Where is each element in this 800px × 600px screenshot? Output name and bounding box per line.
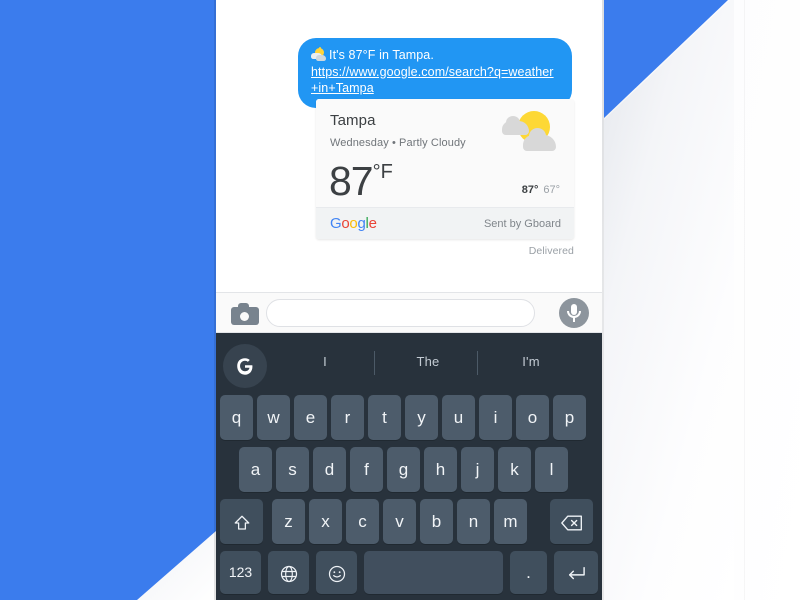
weather-card-body: Tampa Wednesday • Partly Cloudy 87°F 87°… xyxy=(316,99,574,207)
key-f[interactable]: f xyxy=(350,447,383,492)
keyboard-rows: q w e r t y u i o p a s d f g h j k l z … xyxy=(216,391,602,600)
key-i[interactable]: i xyxy=(479,395,512,440)
key-u[interactable]: u xyxy=(442,395,475,440)
period-key[interactable]: . xyxy=(510,551,547,594)
suggestion-item[interactable]: The xyxy=(381,333,475,391)
logo-letter-5: e xyxy=(368,215,377,232)
enter-arrow-icon xyxy=(565,563,587,582)
smiley-icon xyxy=(327,563,347,582)
conversation-area: It's 87°F in Tampa. https://www.google.c… xyxy=(216,0,602,292)
key-p[interactable]: p xyxy=(553,395,586,440)
shift-key[interactable] xyxy=(220,499,263,544)
background-left-blue-sheet xyxy=(0,0,216,600)
suggestion-item[interactable]: I xyxy=(278,333,372,391)
key-a[interactable]: a xyxy=(239,447,272,492)
key-q[interactable]: q xyxy=(220,395,253,440)
sheet-edge-right xyxy=(602,0,604,600)
key-c[interactable]: c xyxy=(346,499,379,544)
key-d[interactable]: d xyxy=(313,447,346,492)
key-h[interactable]: h xyxy=(424,447,457,492)
google-g-button[interactable] xyxy=(223,344,267,388)
backspace-key[interactable] xyxy=(550,499,593,544)
weather-low: 67° xyxy=(543,184,560,196)
phone-screen: It's 87°F in Tampa. https://www.google.c… xyxy=(216,0,602,600)
emoji-key[interactable] xyxy=(316,551,357,594)
logo-letter-0: G xyxy=(330,215,342,232)
backspace-icon xyxy=(560,512,583,531)
weather-high: 87° xyxy=(521,184,539,196)
weather-card[interactable]: Tampa Wednesday • Partly Cloudy 87°F 87°… xyxy=(316,99,574,239)
temperature-unit: °F xyxy=(372,161,393,183)
language-globe-key[interactable] xyxy=(268,551,309,594)
weather-card-footer: Google Sent by Gboard xyxy=(316,207,574,239)
key-o[interactable]: o xyxy=(516,395,549,440)
key-e[interactable]: e xyxy=(294,395,327,440)
space-key[interactable] xyxy=(364,551,503,594)
message-input-bar xyxy=(216,292,602,333)
suggestion-item[interactable]: I'm xyxy=(484,333,578,391)
suggestion-divider xyxy=(374,351,375,375)
enter-key[interactable] xyxy=(554,551,598,594)
camera-icon[interactable] xyxy=(231,303,259,325)
message-text: It's 87°F in Tampa. xyxy=(329,48,434,62)
weather-temperature: 87°F xyxy=(329,150,393,203)
key-z[interactable]: z xyxy=(272,499,305,544)
key-v[interactable]: v xyxy=(383,499,416,544)
delivery-status: Delivered xyxy=(528,245,574,257)
numbers-key[interactable]: 123 xyxy=(220,551,261,594)
key-m[interactable]: m xyxy=(494,499,527,544)
partly-cloudy-icon xyxy=(502,109,562,157)
key-g[interactable]: g xyxy=(387,447,420,492)
sun-behind-cloud-emoji xyxy=(311,47,326,61)
sent-by-label: Sent by Gboard xyxy=(483,218,561,230)
key-s[interactable]: s xyxy=(276,447,309,492)
shift-arrow-icon xyxy=(233,512,251,531)
outgoing-message-bubble[interactable]: It's 87°F in Tampa. https://www.google.c… xyxy=(298,38,572,108)
key-r[interactable]: r xyxy=(331,395,364,440)
message-input[interactable] xyxy=(267,300,534,326)
message-input-field[interactable] xyxy=(266,299,535,327)
message-text-line: It's 87°F in Tampa. xyxy=(311,47,559,64)
sheet-edge-far-right xyxy=(744,0,745,600)
key-l[interactable]: l xyxy=(535,447,568,492)
suggestion-divider xyxy=(477,351,478,375)
key-t[interactable]: t xyxy=(368,395,401,440)
key-b[interactable]: b xyxy=(420,499,453,544)
key-n[interactable]: n xyxy=(457,499,490,544)
temperature-value: 87 xyxy=(329,158,374,204)
google-logo: Google xyxy=(330,215,377,233)
screenshot-canvas: It's 87°F in Tampa. https://www.google.c… xyxy=(0,0,800,600)
globe-icon xyxy=(279,563,299,582)
message-bubble-row: It's 87°F in Tampa. https://www.google.c… xyxy=(298,38,572,108)
key-y[interactable]: y xyxy=(405,395,438,440)
logo-letter-3: g xyxy=(357,215,366,232)
key-w[interactable]: w xyxy=(257,395,290,440)
suggestion-strip: I The I'm xyxy=(216,333,602,391)
key-x[interactable]: x xyxy=(309,499,342,544)
weather-high-low: 87° 67° xyxy=(522,184,560,197)
key-k[interactable]: k xyxy=(498,447,531,492)
message-link[interactable]: https://www.google.com/search?q=weather+… xyxy=(311,64,559,97)
microphone-icon[interactable] xyxy=(559,298,589,328)
gboard-keyboard: I The I'm q w e r t y u i o p a s d f g … xyxy=(216,333,602,600)
key-j[interactable]: j xyxy=(461,447,494,492)
